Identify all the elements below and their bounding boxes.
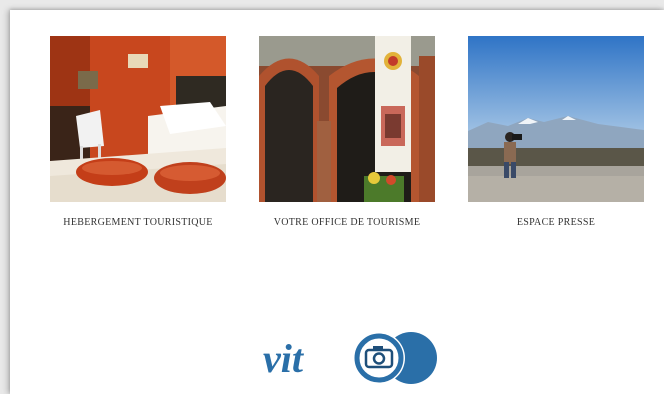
card-label: HEBERGEMENT TOURISTIQUE: [63, 217, 213, 228]
press-photographer-photo: [468, 36, 644, 202]
hotel-room-photo: [50, 36, 226, 202]
card-hebergement[interactable]: HEBERGEMENT TOURISTIQUE: [50, 36, 226, 228]
card-label: VOTRE OFFICE DE TOURISME: [273, 217, 421, 228]
page: HEBERGEMENT TOURISTIQUE VOTRE OFFICE DE …: [10, 10, 664, 394]
vit-logo-mark: vit: [263, 332, 437, 384]
vit-logo[interactable]: vit: [263, 328, 439, 388]
tourism-office-photo: [259, 36, 435, 202]
card-label: ESPACE PRESSE: [516, 217, 596, 228]
card-office-tourisme[interactable]: VOTRE OFFICE DE TOURISME: [259, 36, 435, 228]
logo-text: vit: [263, 336, 305, 381]
card-espace-presse[interactable]: ESPACE PRESSE: [468, 36, 644, 228]
